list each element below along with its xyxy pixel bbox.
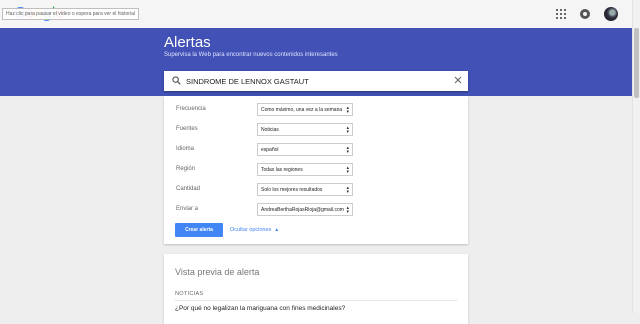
option-row-quantity: Cantidad Solo los mejores resultados ▴ ▾ (164, 183, 468, 197)
apps-icon[interactable] (556, 9, 566, 19)
option-row-sources: Fuentes Noticias ▴ ▾ (164, 123, 468, 137)
send-to-select[interactable]: AndreaBerthaRojasRioja@gmail.com ▴ ▾ (257, 203, 353, 216)
option-row-region: Región Todas las regiones ▴ ▾ (164, 163, 468, 177)
alert-preview-card: Vista previa de alerta NOTICIAS ¿Por qué… (164, 254, 468, 324)
language-select[interactable]: español ▴ ▾ (257, 143, 353, 156)
sources-label: Fuentes (176, 126, 198, 132)
option-row-language: Idioma español ▴ ▾ (164, 143, 468, 157)
chevron-updown-icon: ▴ ▾ (346, 185, 349, 195)
chevron-updown-icon: ▴ ▾ (346, 105, 349, 115)
clear-search-icon[interactable] (452, 74, 464, 86)
send-to-label: Enviar a (176, 206, 199, 212)
quantity-label: Cantidad (176, 186, 201, 192)
create-alert-button[interactable]: Crear alerta (175, 223, 223, 237)
option-row-send-to: Enviar a AndreaBerthaRojasRioja@gmail.co… (164, 203, 468, 217)
hide-options-label: Ocultar opciones (230, 227, 272, 233)
preview-result-link[interactable]: ¿Por qué no legalizan la mariguana con f… (175, 305, 345, 312)
chevron-updown-icon: ▴ ▾ (346, 165, 349, 175)
search-box (164, 71, 468, 91)
chevron-updown-icon: ▴ ▾ (346, 125, 349, 135)
alert-options-card: Frecuencia Como máximo, una vez a la sem… (164, 96, 468, 244)
frequency-value: Como máximo, una vez a la semana (261, 107, 343, 113)
caret-up-icon: ▲ (274, 227, 280, 233)
frequency-select[interactable]: Como máximo, una vez a la semana ▴ ▾ (257, 103, 353, 116)
search-input[interactable] (186, 74, 441, 88)
search-icon (172, 76, 181, 85)
chevron-updown-icon: ▴ ▾ (346, 205, 349, 215)
quantity-select[interactable]: Solo los mejores resultados ▴ ▾ (257, 183, 353, 196)
top-bar: Google Haz clic para pausar el vídeo o e… (0, 0, 632, 28)
option-row-frequency: Frecuencia Como máximo, una vez a la sem… (164, 103, 468, 117)
send-to-value: AndreaBerthaRojasRioja@gmail.com (261, 207, 344, 213)
preview-category: NOTICIAS (175, 291, 204, 297)
region-value: Todas las regiones (261, 167, 303, 173)
region-label: Región (176, 166, 196, 172)
account-avatar[interactable] (604, 7, 618, 21)
chevron-updown-icon: ▴ ▾ (346, 145, 349, 155)
page-title: Alertas (164, 34, 211, 51)
quantity-value: Solo los mejores resultados (261, 187, 323, 193)
page-subtitle: Supervisa la Web para encontrar nuevos c… (164, 52, 338, 58)
scrollbar-thumb[interactable] (634, 28, 639, 98)
language-label: Idioma (176, 146, 195, 152)
hide-options-link[interactable]: Ocultar opciones ▲ (230, 227, 279, 233)
language-value: español (261, 147, 279, 153)
divider (175, 300, 457, 301)
sources-select[interactable]: Noticias ▴ ▾ (257, 123, 353, 136)
preview-title: Vista previa de alerta (175, 267, 260, 277)
top-icons (556, 7, 618, 21)
notifications-icon[interactable] (580, 9, 590, 19)
sources-value: Noticias (261, 127, 279, 133)
frequency-label: Frecuencia (176, 106, 206, 112)
tooltip: Haz clic para pausar el vídeo o espera p… (2, 8, 139, 20)
region-select[interactable]: Todas las regiones ▴ ▾ (257, 163, 353, 176)
page-scrollbar[interactable] (632, 0, 640, 313)
